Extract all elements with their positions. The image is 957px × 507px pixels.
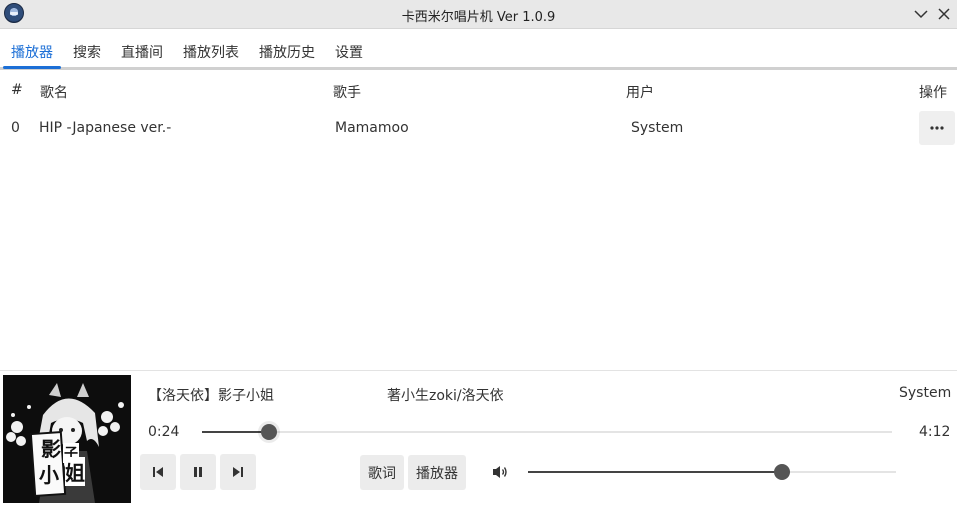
now-playing-artist: 著小生zoki/洛天依 [387, 388, 504, 404]
volume-icon[interactable] [490, 462, 510, 482]
skip-next-icon [233, 467, 243, 477]
tab-playlist[interactable]: 播放列表 [183, 42, 239, 62]
lyrics-button[interactable]: 歌词 [360, 455, 404, 490]
row-more-button[interactable] [919, 111, 955, 145]
tab-player[interactable]: 播放器 [11, 42, 53, 62]
next-button[interactable] [220, 454, 256, 490]
column-header-index: # [11, 82, 23, 98]
progress-handle[interactable] [260, 424, 277, 440]
player-divider [0, 370, 957, 371]
row-artist: Mamamoo [335, 120, 409, 136]
row-index: 0 [11, 120, 20, 136]
tab-divider [0, 67, 957, 70]
close-icon[interactable] [934, 4, 954, 24]
elapsed-time: 0:24 [148, 424, 180, 440]
active-tab-indicator [3, 66, 61, 69]
row-title: HIP -Japanese ver.- [39, 120, 172, 136]
volume-slider[interactable] [528, 471, 896, 473]
duration-time: 4:12 [919, 424, 951, 440]
more-horizontal-icon [930, 126, 944, 130]
album-cover: 影 子 小 姐 [3, 375, 131, 503]
volume-fill [528, 471, 782, 473]
tab-live-room[interactable]: 直播间 [121, 42, 163, 62]
title-bar: 卡西米尔唱片机 Ver 1.0.9 [0, 0, 957, 29]
now-playing-title: 【洛天依】影子小姐 [148, 388, 274, 404]
progress-fill [202, 431, 269, 433]
skip-previous-icon [153, 467, 163, 477]
chevron-down-icon[interactable] [911, 4, 931, 24]
volume-handle[interactable] [773, 464, 790, 480]
cover-text-4: 姐 [65, 457, 85, 486]
cover-text-3: 小 [39, 463, 59, 487]
row-user: System [631, 120, 684, 136]
pause-button[interactable] [180, 454, 216, 490]
player-view-button[interactable]: 播放器 [408, 455, 466, 490]
tab-search[interactable]: 搜索 [73, 42, 101, 62]
column-header-actions: 操作 [919, 85, 947, 101]
window-title: 卡西米尔唱片机 Ver 1.0.9 [401, 10, 556, 25]
column-header-user: 用户 [626, 85, 654, 101]
progress-slider[interactable] [202, 431, 892, 433]
pause-icon [194, 467, 202, 477]
now-playing-user: System [899, 385, 952, 401]
column-header-artist: 歌手 [333, 85, 361, 101]
cover-text-1: 影 [41, 437, 61, 461]
tab-bar: 播放器 搜索 直播间 播放列表 播放历史 设置 [0, 29, 957, 71]
column-header-title: 歌名 [40, 85, 68, 101]
tab-history[interactable]: 播放历史 [259, 42, 315, 62]
previous-button[interactable] [140, 454, 176, 490]
tab-settings[interactable]: 设置 [335, 42, 363, 62]
